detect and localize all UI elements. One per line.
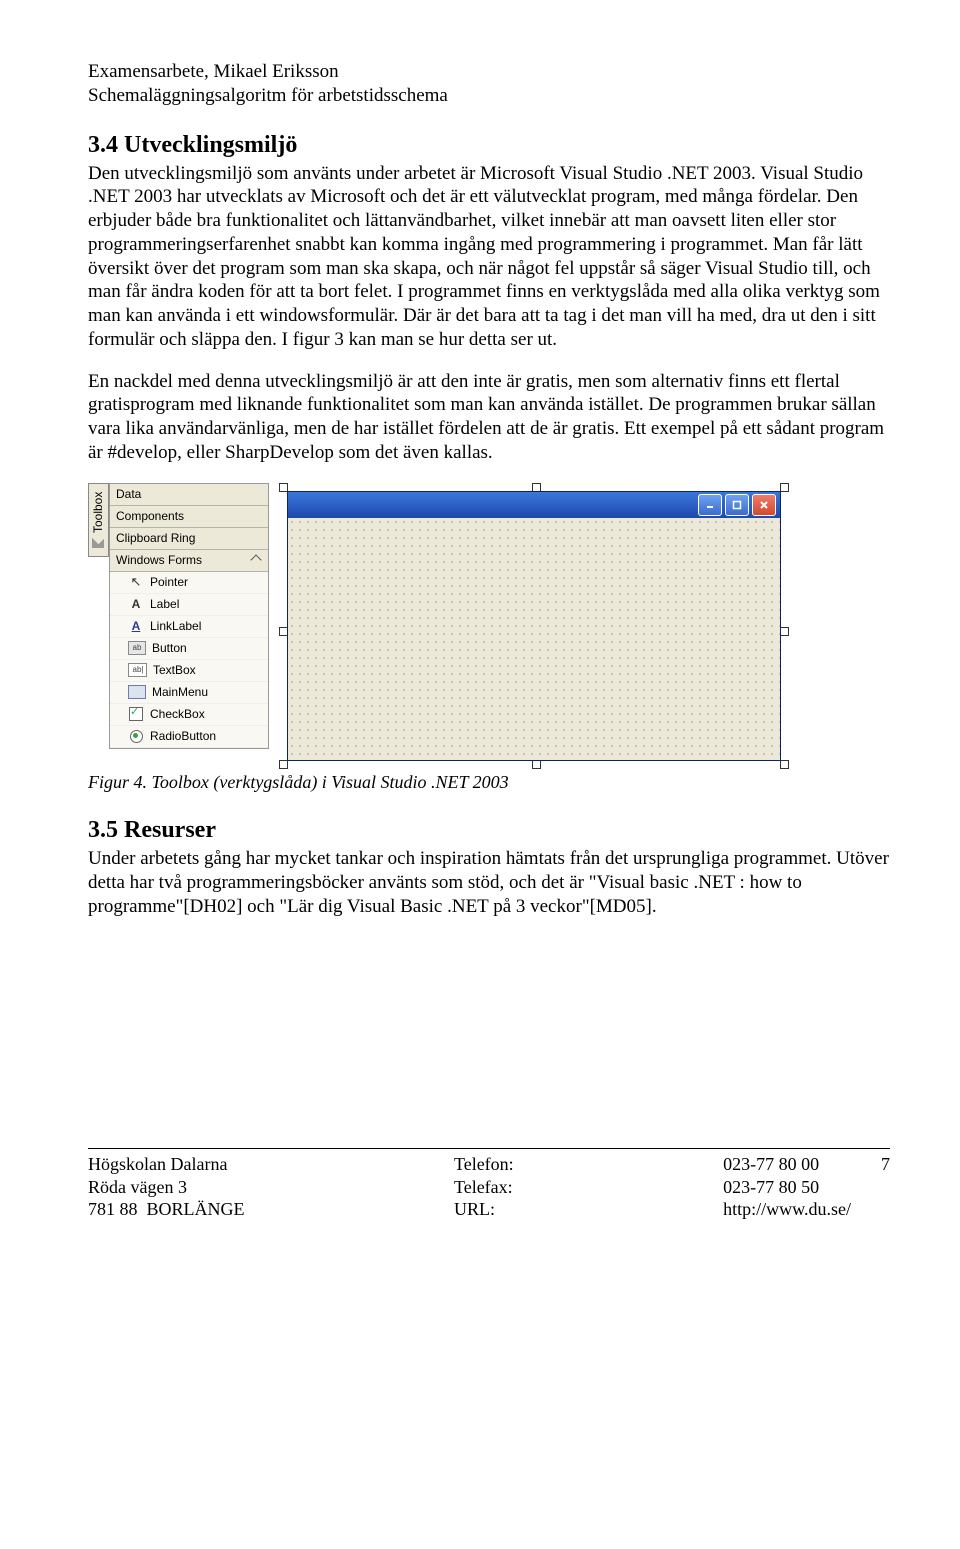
page-number: 7 (881, 1153, 890, 1176)
toolbox-item-button[interactable]: ab Button (110, 638, 268, 660)
section-3-4-para-1: Den utvecklingsmiljö som använts under a… (88, 162, 890, 352)
resize-handle-icon[interactable] (780, 760, 789, 769)
form-body[interactable] (288, 518, 780, 760)
toolbox-section-components[interactable]: Components (110, 506, 268, 528)
toolbox-tab-label: Toolbox (91, 492, 106, 533)
figure-4-caption: Figur 4. Toolbox (verktygslåda) i Visual… (88, 771, 890, 794)
chevron-up-icon (250, 554, 261, 565)
toolbox-item-pointer[interactable]: ↖ Pointer (110, 572, 268, 594)
footer-separator (88, 1148, 890, 1149)
minimize-icon (705, 500, 715, 510)
header-line-1: Examensarbete, Mikael Eriksson (88, 60, 890, 84)
toolbox-tab[interactable]: Toolbox (88, 483, 109, 557)
form-window (287, 491, 781, 761)
toolbox-items: ↖ Pointer A Label A LinkLabel ab Button … (110, 572, 268, 748)
resize-handle-icon[interactable] (279, 760, 288, 769)
form-designer[interactable] (279, 483, 789, 769)
resize-handle-icon[interactable] (780, 483, 789, 492)
header-line-2: Schemaläggningsalgoritm för arbetstidssc… (88, 84, 890, 108)
footer-right: 023-77 80 00 023-77 80 50 http://www.du.… (723, 1153, 851, 1221)
toolbox-item-checkbox[interactable]: CheckBox (110, 704, 268, 726)
footer-left: Högskolan Dalarna Röda vägen 3 781 88 BO… (88, 1153, 245, 1221)
button-icon: ab (128, 641, 146, 655)
toolbox-section-windows-forms[interactable]: Windows Forms (110, 550, 268, 572)
toolbox-section-clipboard-ring[interactable]: Clipboard Ring (110, 528, 268, 550)
resize-handle-icon[interactable] (532, 760, 541, 769)
resize-handle-icon[interactable] (780, 627, 789, 636)
section-3-4-title: 3.4 Utvecklingsmiljö (88, 130, 890, 160)
close-button[interactable] (752, 494, 776, 516)
radio-icon (130, 730, 143, 743)
form-titlebar[interactable] (288, 492, 780, 518)
pointer-icon: ↖ (128, 575, 144, 589)
maximize-button[interactable] (725, 494, 749, 516)
toolbox-item-radiobutton[interactable]: RadioButton (110, 726, 268, 748)
toolbox-section-data[interactable]: Data (110, 484, 268, 506)
linklabel-icon: A (128, 619, 144, 633)
toolbox-item-linklabel[interactable]: A LinkLabel (110, 616, 268, 638)
label-icon: A (128, 597, 144, 611)
textbox-icon: ab| (128, 663, 147, 677)
section-3-5-title: 3.5 Resurser (88, 815, 890, 845)
close-icon (759, 500, 769, 510)
minimize-button[interactable] (698, 494, 722, 516)
footer-mid: Telefon: Telefax: URL: (454, 1153, 514, 1221)
checkbox-icon (129, 707, 143, 721)
toolbox-item-mainmenu[interactable]: MainMenu (110, 682, 268, 704)
figure-4: Toolbox Data Components Clipboard Ring W… (88, 483, 890, 769)
section-3-5-para: Under arbetets gång har mycket tankar oc… (88, 847, 890, 918)
toolbox-item-textbox[interactable]: ab| TextBox (110, 660, 268, 682)
page-footer: Högskolan Dalarna Röda vägen 3 781 88 BO… (88, 1153, 890, 1221)
maximize-icon (732, 500, 742, 510)
wrench-icon (93, 537, 105, 548)
toolbox-panel: Data Components Clipboard Ring Windows F… (109, 483, 269, 749)
section-3-4-para-2: En nackdel med denna utvecklingsmiljö är… (88, 370, 890, 465)
doc-header: Examensarbete, Mikael Eriksson Schemaläg… (88, 60, 890, 108)
mainmenu-icon (128, 685, 146, 699)
toolbox-item-label[interactable]: A Label (110, 594, 268, 616)
